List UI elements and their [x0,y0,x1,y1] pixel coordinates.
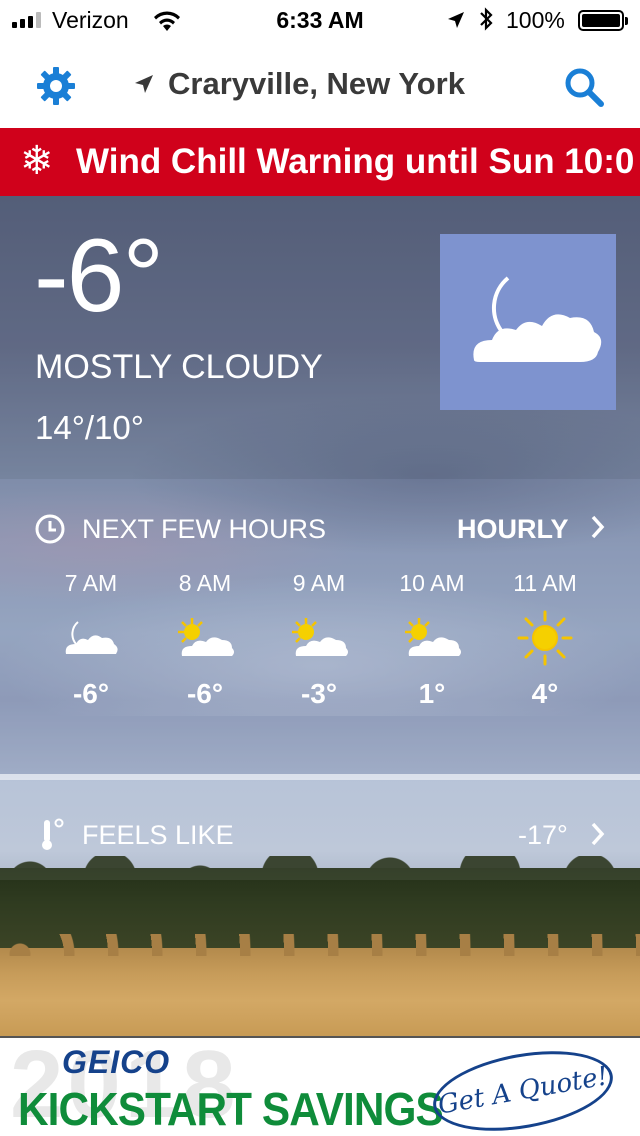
hour-time: 11 AM [513,570,577,596]
ad-tagline: KICKSTART SAVINGS [18,1083,444,1135]
bluetooth-icon [478,6,494,38]
ad-brand-logo: GEICO [62,1044,171,1080]
chevron-right-icon[interactable] [590,513,606,546]
location-name: Craryville, New York [168,66,465,101]
thermometer-icon [42,818,66,857]
hour-temperature: 4° [531,678,559,709]
condition-tile [440,234,616,410]
current-condition: MOSTLY CLOUDY [35,348,323,386]
weather-alert-banner[interactable]: ❄ Wind Chill Warning until Sun 10:0 [0,128,640,196]
location-header: Craryville, New York [0,40,640,128]
ad-banner[interactable]: 2018 GEICO KICKSTART SAVINGS Get A Quote… [0,1036,640,1136]
hourly-link[interactable]: HOURLY [457,514,569,545]
hi-lo-temperature: 14°/10° [35,409,144,446]
hour-time: 7 AM [64,570,118,596]
battery-percent: 100% [506,7,565,33]
hour-time: 10 AM [399,570,465,596]
hour-forecast-item: 8 AM -6° [150,568,260,710]
location-arrow-icon [446,10,466,36]
hour-temperature: 1° [418,678,446,709]
feels-like-value: -17° [518,820,568,850]
search-button[interactable] [563,66,605,108]
sun-icon [490,598,600,678]
hour-temperature: -6° [186,678,224,709]
alert-text: Wind Chill Warning until Sun 10:0 [76,142,635,181]
hour-time: 8 AM [178,570,232,596]
sun-cloud-icon [377,598,487,678]
snowflake-icon: ❄ [20,139,54,183]
hour-forecast-item: 11 AM 4° [490,568,600,710]
search-icon [565,68,604,107]
get-quote-label: Get A Quote! [435,1061,611,1121]
settings-button[interactable] [36,66,76,106]
next-hours-title: NEXT FEW HOURS [82,514,327,544]
hour-forecast-item: 7 AM -6° [36,568,146,710]
status-bar: Verizon 6:33 AM 100% [0,0,640,40]
hour-forecast-item: 9 AM -3° [264,568,374,710]
get-quote-button[interactable]: Get A Quote! [426,1038,620,1136]
hour-temperature: -6° [72,678,110,709]
hour-temperature: -3° [300,678,338,709]
sun-cloud-icon [264,598,374,678]
hour-time: 9 AM [292,570,346,596]
current-temperature: -6° [34,218,164,334]
chevron-right-icon[interactable] [590,820,606,853]
clock-icon [34,513,66,550]
location-arrow-icon [135,75,153,93]
battery-icon [578,10,628,31]
sun-cloud-icon [150,598,260,678]
feels-like-label: FEELS LIKE [82,820,234,850]
hour-forecast-item: 10 AM 1° [377,568,487,710]
gear-icon [37,67,75,105]
moon-cloud-icon [36,598,146,678]
moon-cloud-icon [473,276,602,362]
location-selector[interactable]: Craryville, New York [132,66,465,102]
